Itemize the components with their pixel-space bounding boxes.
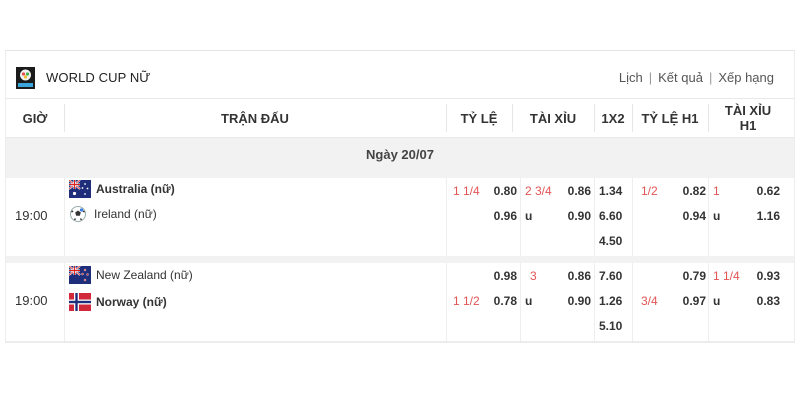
handicap-h1-home-odds[interactable]: 0.79 xyxy=(670,269,706,283)
match-time: 19:00 xyxy=(15,208,48,223)
col-header-over-under-h1-line2: H1 xyxy=(739,118,757,133)
handicap-home-odds[interactable]: 0.80 xyxy=(481,184,517,198)
under-h1-odds[interactable]: 0.83 xyxy=(744,294,780,308)
away-team-name: Ireland (nữ) xyxy=(94,207,157,221)
handicap-h1-line: 1/2 xyxy=(641,184,658,198)
column-divider xyxy=(594,263,595,341)
column-divider xyxy=(708,263,709,341)
under-label: u xyxy=(525,209,533,223)
x12-draw-odds[interactable]: 5.10 xyxy=(599,319,622,333)
over-under-line: 2 3/4 xyxy=(525,184,552,198)
link-separator: | xyxy=(708,70,713,85)
x12-draw-odds[interactable]: 4.50 xyxy=(599,234,622,248)
col-header-1x2: 1X2 xyxy=(601,110,625,126)
under-odds[interactable]: 0.90 xyxy=(555,209,591,223)
over-under-h1-line: 1 1/4 xyxy=(713,269,740,283)
home-team[interactable]: New Zealand (nữ) xyxy=(69,264,193,286)
column-divider xyxy=(632,263,633,341)
handicap-h1-away-odds[interactable]: 0.97 xyxy=(670,294,706,308)
handicap-away-odds[interactable]: 0.78 xyxy=(481,294,517,308)
league-panel: WORLD CUP NỮ Lịch | Kết quả | Xếp hạng GIỜ T… xyxy=(5,51,795,343)
col-header-match: TRẬN ĐẤU xyxy=(221,110,289,126)
handicap-home-odds[interactable]: 0.98 xyxy=(481,269,517,283)
over-under-h1-line: 1 xyxy=(713,184,720,198)
over-h1-odds[interactable]: 0.62 xyxy=(744,184,780,198)
over-under-line: 3 xyxy=(530,269,537,283)
under-h1-label: u xyxy=(713,294,721,308)
column-divider xyxy=(520,178,521,256)
handicap-h1-home-odds[interactable]: 0.82 xyxy=(670,184,706,198)
australia-flag-icon xyxy=(69,180,91,198)
over-odds[interactable]: 0.86 xyxy=(555,184,591,198)
x12-away-odds[interactable]: 6.60 xyxy=(599,209,622,223)
home-team-name: New Zealand (nữ) xyxy=(96,268,193,282)
under-label: u xyxy=(525,294,533,308)
col-header-over-under-h1-line1: TÀI XỈU xyxy=(724,103,772,118)
x12-home-odds[interactable]: 1.34 xyxy=(599,184,622,198)
home-team[interactable]: Australia (nữ) xyxy=(69,178,175,200)
schedule-link[interactable]: Lịch xyxy=(619,70,643,85)
column-divider xyxy=(520,263,521,341)
standings-link[interactable]: Xếp hạng xyxy=(718,70,774,85)
column-divider xyxy=(64,263,65,341)
new-zealand-flag-icon xyxy=(69,266,91,284)
world-cup-logo-icon xyxy=(16,67,35,89)
column-divider xyxy=(594,178,595,256)
row-spacer xyxy=(6,256,794,263)
col-header-over-under: TÀI XỈU xyxy=(529,110,577,126)
link-separator: | xyxy=(648,70,653,85)
norway-flag-icon xyxy=(69,293,91,311)
under-odds[interactable]: 0.90 xyxy=(555,294,591,308)
col-header-time: GIỜ xyxy=(22,110,48,126)
away-team[interactable]: Ireland (nữ) xyxy=(69,203,157,225)
handicap-h1-away-odds[interactable]: 0.94 xyxy=(670,209,706,223)
soccer-ball-icon xyxy=(70,206,86,222)
col-header-handicap: TỶ LỆ xyxy=(460,110,498,126)
handicap-line: 1 1/2 xyxy=(453,294,480,308)
league-header: WORLD CUP NỮ Lịch | Kết quả | Xếp hạng xyxy=(6,64,794,90)
row-spacer xyxy=(6,171,794,178)
col-header-over-under-h1: TÀI XỈU H1 xyxy=(708,99,788,137)
column-divider xyxy=(708,178,709,256)
away-team-name: Norway (nữ) xyxy=(96,295,167,309)
league-links: Lịch | Kết quả | Xếp hạng xyxy=(619,70,774,85)
results-link[interactable]: Kết quả xyxy=(658,70,703,85)
handicap-line: 1 1/4 xyxy=(453,184,480,198)
away-team[interactable]: Norway (nữ) xyxy=(69,291,167,313)
match-row[interactable]: 19:00 New Zealand (nữ) Norway (nữ) 0.98 … xyxy=(6,263,794,341)
column-divider xyxy=(64,178,65,256)
col-header-handicap-h1: TỶ LỆ H1 xyxy=(641,110,699,126)
over-h1-odds[interactable]: 0.93 xyxy=(744,269,780,283)
under-h1-odds[interactable]: 1.16 xyxy=(744,209,780,223)
home-team-name: Australia (nữ) xyxy=(96,182,175,196)
column-divider xyxy=(632,178,633,256)
handicap-away-odds[interactable]: 0.96 xyxy=(481,209,517,223)
under-h1-label: u xyxy=(713,209,721,223)
column-divider xyxy=(446,178,447,256)
match-time: 19:00 xyxy=(15,293,48,308)
over-odds[interactable]: 0.86 xyxy=(555,269,591,283)
column-divider xyxy=(446,263,447,341)
handicap-h1-line: 3/4 xyxy=(641,294,658,308)
date-row: Ngày 20/07 xyxy=(6,138,794,171)
table-header: GIỜ TRẬN ĐẤU TỶ LỆ TÀI XỈU 1X2 TỶ LỆ H1 … xyxy=(6,98,794,138)
match-row[interactable]: 19:00 Australia (nữ) Ireland (nữ) 1 1/4 … xyxy=(6,178,794,256)
x12-home-odds[interactable]: 7.60 xyxy=(599,269,622,283)
x12-away-odds[interactable]: 1.26 xyxy=(599,294,622,308)
league-title[interactable]: WORLD CUP NỮ xyxy=(46,70,151,85)
